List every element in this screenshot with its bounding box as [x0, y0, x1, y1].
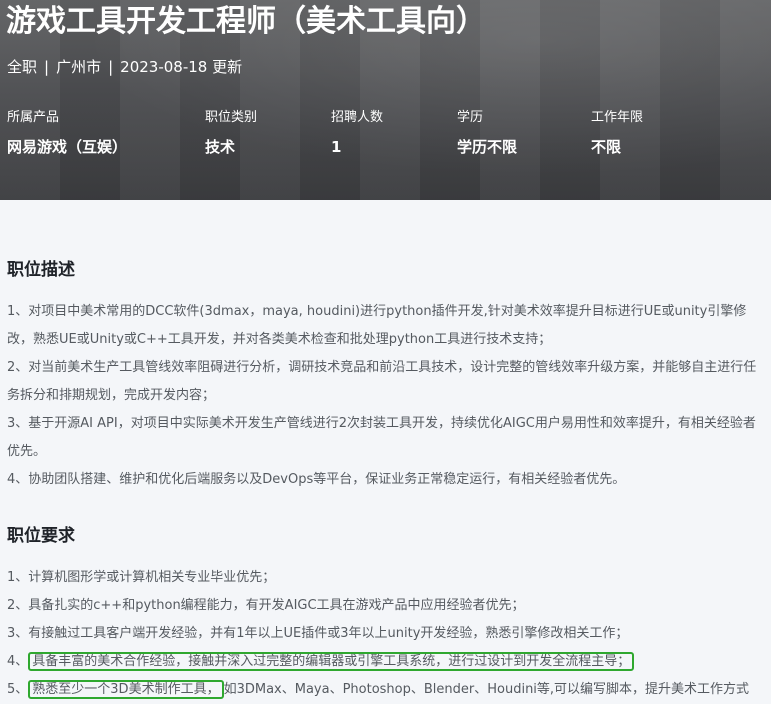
- info-education: 学历 学历不限: [457, 108, 517, 158]
- job-title: 游戏工具开发工程师（美术工具向）: [6, 4, 486, 39]
- requirement-item: 3、有接触过工具客户端开发经验，并有1年以上UE插件或3年以上unity开发经验…: [7, 626, 629, 641]
- info-category: 职位类别 技术: [205, 108, 257, 158]
- info-value: 网易游戏（互娱）: [7, 138, 128, 156]
- info-label: 学历: [457, 110, 484, 125]
- info-value: 不限: [591, 138, 622, 156]
- info-experience: 工作年限 不限: [591, 108, 643, 158]
- requirement-item: 5、 熟悉至少一个3D美术制作工具， 如3DMax、Maya、Photoshop、B…: [7, 676, 767, 704]
- meta-separator: |: [44, 58, 50, 76]
- job-meta-line: 全职 | 广州市 | 2023-08-18 更新: [7, 56, 242, 78]
- requirement-prefix: 5、: [7, 682, 29, 697]
- requirement-item: 4、 具备丰富的美术合作经验，接触并深入过完整的编辑器或引擎工具系统，进行过设计到…: [7, 648, 767, 676]
- requirement-item: 2、具备扎实的c++和python编程能力，有开发AIGC工具在游戏产品中应用经…: [7, 598, 525, 613]
- info-value: 1: [331, 138, 342, 156]
- description-item: 1、对项目中美术常用的DCC软件(3dmax，maya, houdini)进行p…: [7, 304, 747, 347]
- description-item: 2、对当前美术生产工具管线效率阻碍进行分析，调研技术竞品和前沿工具技术，设计完整…: [7, 360, 757, 403]
- highlighted-requirement: 具备丰富的美术合作经验，接触并深入过完整的编辑器或引擎工具系统，进行过设计到开发…: [28, 652, 635, 671]
- info-value: 学历不限: [457, 138, 518, 156]
- requirements-heading: 职位要求: [7, 526, 75, 546]
- highlighted-requirement: 熟悉至少一个3D美术制作工具，: [28, 680, 224, 699]
- requirements-list: 1、计算机图形学或计算机相关专业毕业优先； 2、具备扎实的c++和python编…: [7, 564, 767, 704]
- info-label: 工作年限: [591, 110, 644, 125]
- info-headcount: 招聘人数 1: [331, 108, 383, 158]
- info-label: 所属产品: [7, 110, 60, 125]
- info-label: 职位类别: [205, 110, 258, 125]
- job-type: 全职: [7, 58, 38, 76]
- job-header-banner: 游戏工具开发工程师（美术工具向） 全职 | 广州市 | 2023-08-18 更新 所属…: [0, 0, 771, 200]
- info-product: 所属产品 网易游戏（互娱）: [7, 108, 127, 158]
- requirement-text: 如3DMax、Maya、Photoshop、Blender、Houdini等,可…: [223, 682, 750, 697]
- description-list: 1、对项目中美术常用的DCC软件(3dmax，maya, houdini)进行p…: [7, 298, 767, 494]
- meta-separator: |: [108, 58, 114, 76]
- info-value: 技术: [205, 138, 236, 156]
- description-item: 4、协助团队搭建、维护和优化后端服务以及DevOps等平台，保证业务正常稳定运行…: [7, 472, 626, 487]
- requirement-item: 1、计算机图形学或计算机相关专业毕业优先；: [7, 570, 276, 585]
- info-label: 招聘人数: [331, 110, 384, 125]
- requirement-prefix: 4、: [7, 654, 29, 669]
- description-heading: 职位描述: [7, 260, 75, 280]
- description-item: 3、基于开源AI API，对项目中实际美术开发生产管线进行2次封装工具开发，持续…: [7, 416, 756, 459]
- job-updated-date: 2023-08-18 更新: [120, 58, 243, 76]
- job-location: 广州市: [56, 58, 102, 76]
